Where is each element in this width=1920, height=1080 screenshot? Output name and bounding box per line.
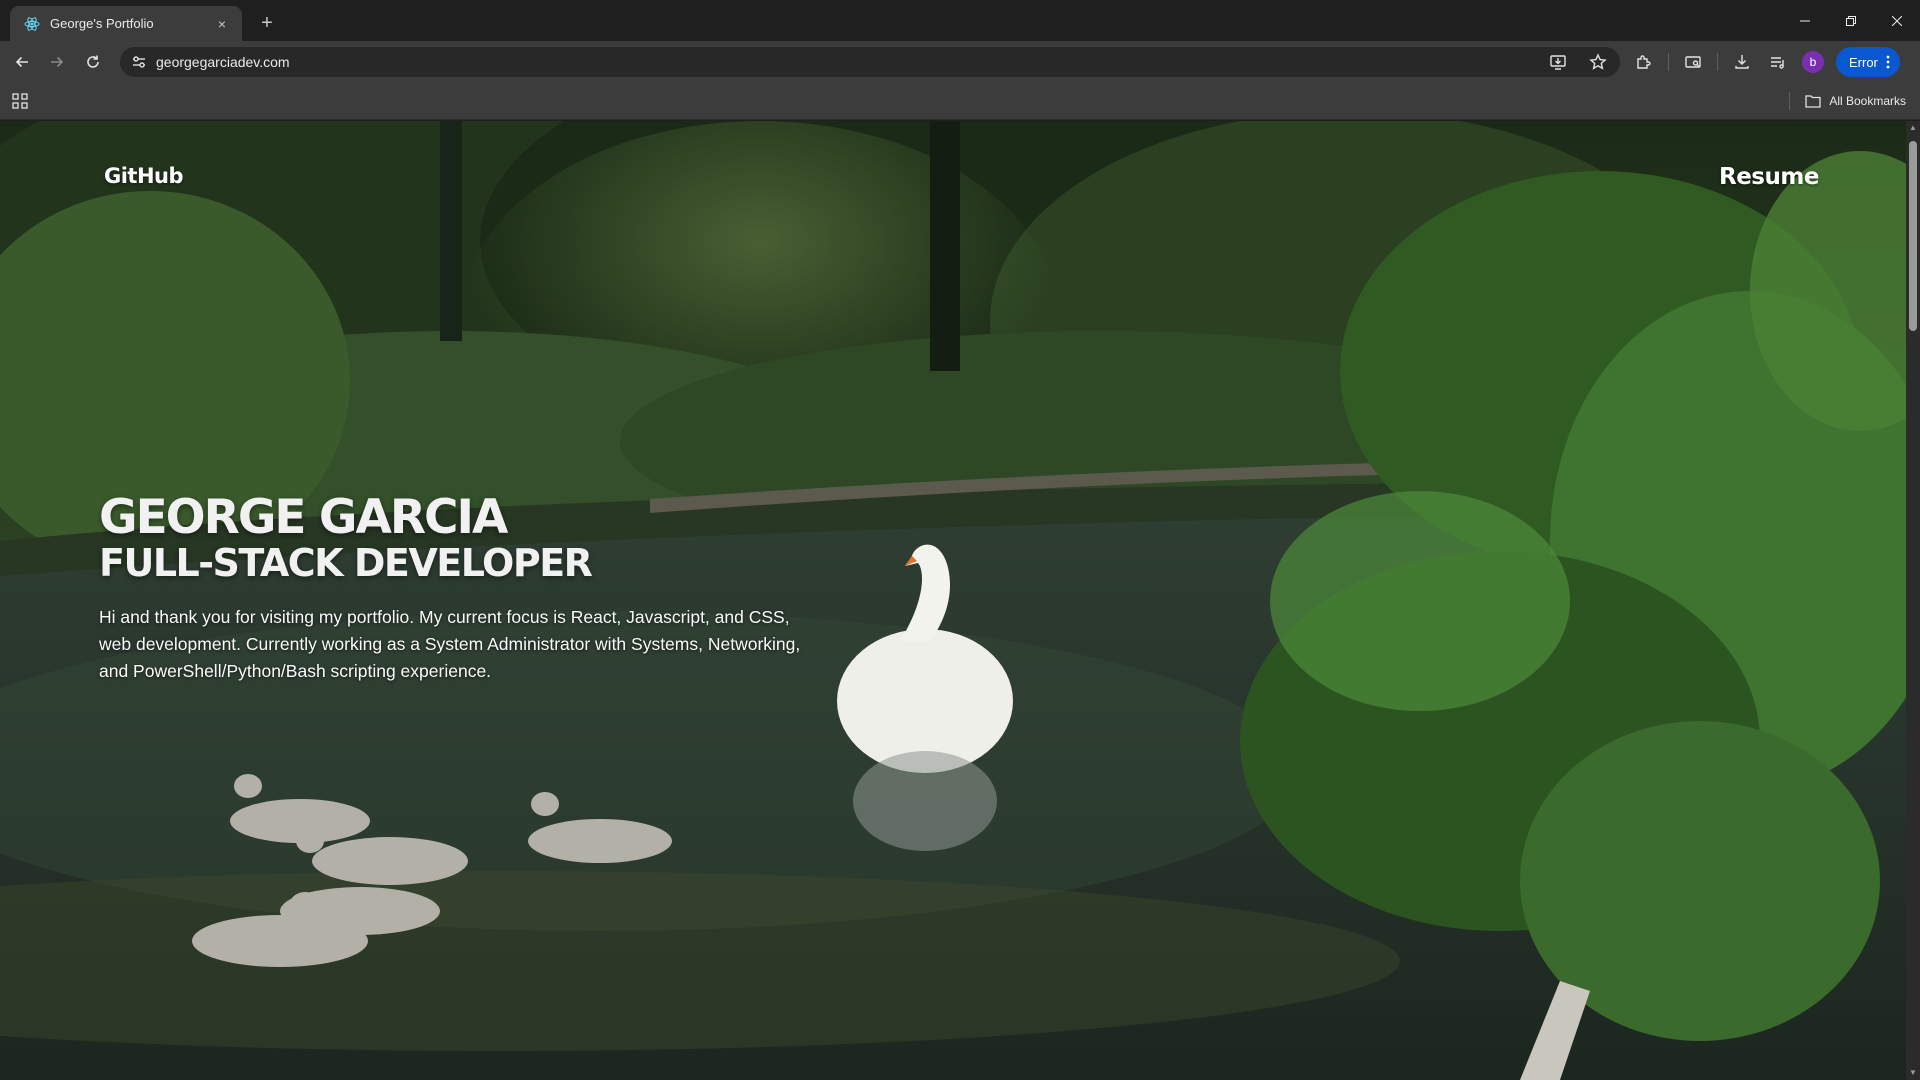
hero-bio: Hi and thank you for visiting my portfol… bbox=[99, 607, 801, 681]
site-info-icon[interactable] bbox=[124, 47, 154, 77]
scroll-thumb[interactable] bbox=[1909, 141, 1917, 331]
react-favicon-icon bbox=[24, 16, 40, 32]
install-app-icon[interactable] bbox=[1546, 50, 1570, 74]
resume-link[interactable]: Resume bbox=[1719, 164, 1819, 190]
bookmark-star-icon[interactable] bbox=[1586, 50, 1610, 74]
error-chip-label: Error bbox=[1849, 54, 1878, 70]
toolbar-divider bbox=[1717, 53, 1718, 71]
forward-button[interactable] bbox=[43, 48, 71, 76]
scroll-down-icon[interactable]: ▼ bbox=[1909, 1069, 1917, 1077]
new-tab-button[interactable]: + bbox=[253, 9, 281, 37]
github-link[interactable]: GitHub bbox=[104, 164, 184, 188]
minimize-button[interactable] bbox=[1782, 0, 1828, 41]
omnibox-actions bbox=[1546, 47, 1610, 77]
browser-toolbar: georgegarciadev.com b Error bbox=[0, 41, 1920, 82]
folder-icon bbox=[1805, 95, 1821, 108]
bookmarks-divider bbox=[1789, 92, 1790, 110]
tab-title: George's Portfolio bbox=[50, 16, 154, 31]
reading-list-icon[interactable] bbox=[1766, 50, 1790, 74]
restore-button[interactable] bbox=[1828, 0, 1874, 41]
page-scrollbar[interactable]: ▲ ▼ bbox=[1906, 121, 1920, 1080]
active-tab[interactable]: George's Portfolio × bbox=[10, 6, 242, 41]
close-window-button[interactable] bbox=[1874, 0, 1920, 41]
hero-section: GEORGE GARCIA FULL-STACK DEVELOPER Hi an… bbox=[99, 494, 819, 685]
reload-button[interactable] bbox=[79, 48, 107, 76]
toolbar-divider bbox=[1668, 53, 1669, 71]
hero-role: FULL-STACK DEVELOPER bbox=[99, 541, 593, 585]
toolbar-right: b Error bbox=[1632, 47, 1900, 77]
back-button[interactable] bbox=[8, 48, 36, 76]
apps-grid-icon[interactable] bbox=[10, 91, 30, 111]
tab-close-icon[interactable]: × bbox=[212, 14, 232, 34]
hero-name: GEORGE GARCIA bbox=[99, 490, 508, 545]
extensions-icon[interactable] bbox=[1632, 50, 1656, 74]
address-bar[interactable]: georgegarciadev.com bbox=[120, 47, 1620, 77]
all-bookmarks-label: All Bookmarks bbox=[1829, 94, 1906, 108]
media-router-icon[interactable] bbox=[1681, 50, 1705, 74]
profile-avatar[interactable]: b bbox=[1802, 51, 1824, 73]
more-vertical-icon bbox=[1886, 55, 1890, 69]
scroll-up-icon[interactable]: ▲ bbox=[1909, 124, 1917, 132]
error-chip-button[interactable]: Error bbox=[1836, 47, 1900, 77]
bookmarks-bar: All Bookmarks bbox=[0, 82, 1920, 120]
page-viewport: GitHub Resume GEORGE GARCIA FULL-STACK D… bbox=[0, 121, 1906, 1080]
window-controls bbox=[1782, 0, 1920, 41]
all-bookmarks-button[interactable]: All Bookmarks bbox=[1805, 91, 1906, 111]
download-icon[interactable] bbox=[1730, 50, 1754, 74]
url-text[interactable]: georgegarciadev.com bbox=[156, 54, 290, 70]
tab-strip: George's Portfolio × + bbox=[0, 0, 1920, 41]
